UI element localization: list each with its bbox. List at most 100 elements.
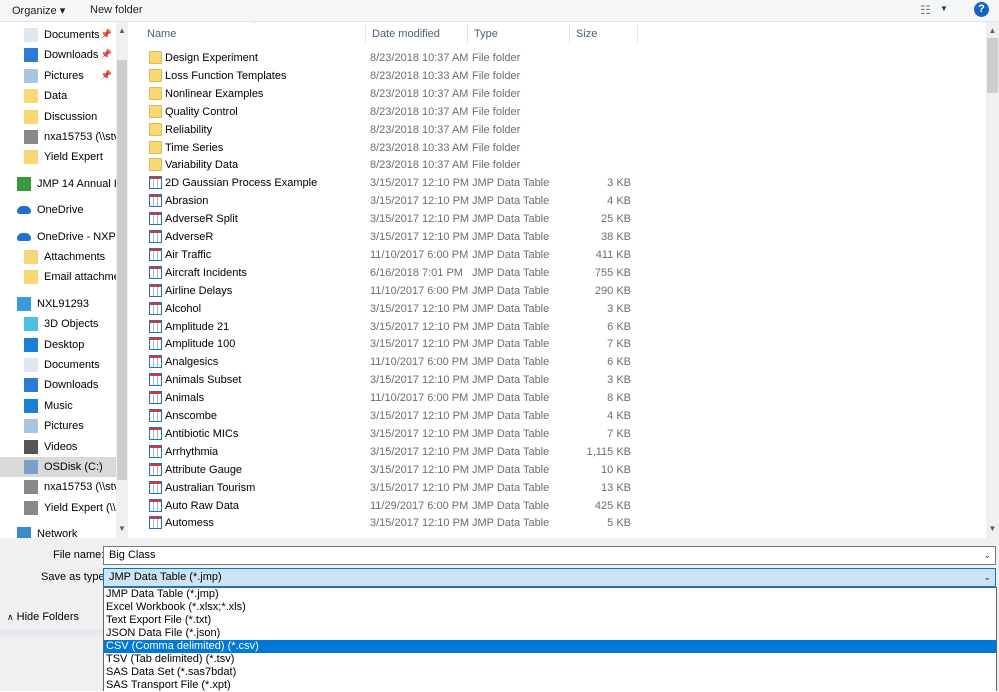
file-date: 3/15/2017 12:10 PM (370, 427, 470, 440)
save-type-option[interactable]: CSV (Comma delimited) (*.csv) (104, 640, 996, 653)
sidebar-item[interactable]: nxa15753 (\\stva (0, 127, 116, 147)
sidebar-item[interactable]: Desktop (0, 335, 116, 355)
file-row[interactable]: Animals Subset 3/15/2017 12:10 PM JMP Data… (145, 371, 645, 389)
sidebar-item[interactable]: Data (0, 86, 116, 106)
sidebar-item[interactable]: Yield Expert (\\tx (0, 498, 116, 518)
jmp-data-table-icon (149, 265, 162, 279)
sidebar-item[interactable]: Pictures (0, 416, 116, 436)
sidebar-scrollbar[interactable]: ▲ ▼ (116, 22, 128, 538)
file-row[interactable]: Quality Control 8/23/2018 10:37 AM File fo… (145, 103, 645, 121)
file-row[interactable]: Alcohol 3/15/2017 12:10 PM JMP Data Table 3… (145, 300, 645, 318)
scroll-down-icon[interactable]: ▼ (116, 524, 128, 533)
view-options-icon[interactable]: ☷ (920, 3, 931, 17)
chevron-down-icon[interactable]: ⌄ (983, 547, 991, 564)
file-date: 3/15/2017 12:10 PM (370, 320, 470, 333)
sidebar-item-label: Downloads (44, 49, 99, 62)
sidebar-item[interactable]: nxa15753 (\\stva (0, 477, 116, 497)
file-row[interactable]: Attribute Gauge 3/15/2017 12:10 PM JMP Dat… (145, 461, 645, 479)
help-icon[interactable]: ? (974, 2, 989, 17)
file-row[interactable]: Nonlinear Examples 8/23/2018 10:37 AM File… (145, 85, 645, 103)
file-row[interactable]: Anscombe 3/15/2017 12:10 PM JMP Data Table… (145, 407, 645, 425)
save-type-option[interactable]: SAS Data Set (*.sas7bdat) (104, 666, 996, 679)
file-row[interactable]: Automess 3/15/2017 12:10 PM JMP Data Table… (145, 514, 645, 532)
file-row[interactable]: Amplitude 21 3/15/2017 12:10 PM JMP Data T… (145, 318, 645, 336)
organize-button[interactable]: Organize ▾ (12, 4, 65, 17)
save-type-option[interactable]: JSON Data File (*.json) (104, 627, 996, 640)
scroll-up-icon[interactable]: ▲ (986, 26, 999, 35)
file-size: 13 KB (601, 481, 631, 494)
sidebar-item[interactable]: Network (0, 524, 116, 538)
file-row[interactable]: Aircraft Incidents 6/16/2018 7:01 PM JMP D… (145, 264, 645, 282)
sidebar-item-label: Pictures (44, 69, 84, 82)
file-row[interactable]: Analgesics 11/10/2017 6:00 PM JMP Data Tab… (145, 353, 645, 371)
file-list-scroll-thumb[interactable] (987, 38, 998, 93)
sidebar-item[interactable]: JMP 14 Annual Lic (0, 174, 116, 194)
scroll-up-icon[interactable]: ▲ (116, 26, 128, 35)
file-size: 4 KB (607, 195, 631, 208)
file-row[interactable]: Antibiotic MICs 3/15/2017 12:10 PM JMP Dat… (145, 425, 645, 443)
chevron-down-icon[interactable]: ⌄ (983, 569, 991, 586)
sidebar-item[interactable]: NXL91293 (0, 294, 116, 314)
file-row[interactable]: Auto Raw Data 11/29/2017 6:00 PM JMP Data … (145, 497, 645, 515)
jmp-data-table-icon (149, 194, 162, 208)
file-row[interactable]: Airline Delays 11/10/2017 6:00 PM JMP Data… (145, 282, 645, 300)
folder-icon (24, 150, 38, 165)
file-row[interactable]: 2D Gaussian Process Example 3/15/2017 12:… (145, 174, 645, 192)
sidebar-item[interactable]: Yield Expert (0, 147, 116, 167)
save-type-option[interactable]: TSV (Tab delimited) (*.tsv) (104, 653, 996, 666)
hide-folders-button[interactable]: ∧ Hide Folders (7, 611, 79, 623)
file-row[interactable]: Loss Function Templates 8/23/2018 10:33 A… (145, 67, 645, 85)
sidebar-item[interactable]: Attachments (0, 247, 116, 267)
file-name-input[interactable]: Big Class ⌄ (103, 546, 996, 565)
file-name: Nonlinear Examples (165, 87, 264, 100)
file-type: JMP Data Table (472, 427, 550, 440)
sidebar-item[interactable]: Downloads 📌 (0, 45, 116, 65)
sidebar-item[interactable]: OneDrive (0, 200, 116, 220)
save-type-option[interactable]: Text Export File (*.txt) (104, 614, 996, 627)
column-header-type[interactable]: Type (468, 24, 570, 44)
file-row[interactable]: Arrhythmia 3/15/2017 12:10 PM JMP Data Tab… (145, 443, 645, 461)
save-type-select[interactable]: JMP Data Table (*.jmp) ⌄ (103, 568, 996, 587)
sidebar-item[interactable]: Email attachmer (0, 267, 116, 287)
column-header-date[interactable]: Date modified (366, 24, 468, 44)
sidebar-item[interactable]: OneDrive - NXP (0, 227, 116, 247)
column-header-size[interactable]: Size (570, 24, 638, 44)
file-size: 25 KB (601, 213, 631, 226)
file-list-scrollbar[interactable]: ▲ ▼ (986, 22, 999, 538)
file-row[interactable]: Abrasion 3/15/2017 12:10 PM JMP Data Table… (145, 192, 645, 210)
file-row[interactable]: Reliability 8/23/2018 10:37 AM File folder (145, 121, 645, 139)
file-row[interactable]: Amplitude 100 3/15/2017 12:10 PM JMP Data … (145, 335, 645, 353)
file-size: 4 KB (607, 410, 631, 422)
file-type: JMP Data Table (472, 481, 550, 494)
file-row[interactable]: Variability Data 8/23/2018 10:37 AM File f… (145, 156, 645, 174)
sidebar-item[interactable]: OSDisk (C:) (0, 457, 116, 477)
file-row[interactable]: AdverseR 3/15/2017 12:10 PM JMP Data Table… (145, 228, 645, 246)
sidebar-item[interactable]: Documents (0, 355, 116, 375)
file-row[interactable]: Australian Tourism 3/15/2017 12:10 PM JMP … (145, 479, 645, 497)
sidebar-item[interactable]: Downloads (0, 375, 116, 395)
save-type-option[interactable]: SAS Transport File (*.xpt) (104, 679, 996, 692)
view-dropdown-icon[interactable]: ▼ (940, 4, 948, 13)
sidebar-item[interactable]: 3D Objects (0, 314, 116, 334)
pin-icon: 📌 (100, 29, 112, 39)
sidebar-item[interactable]: Music (0, 396, 116, 416)
file-row[interactable]: Time Series 8/23/2018 10:33 AM File folder (145, 139, 645, 157)
sidebar-item[interactable]: Documents 📌 (0, 25, 116, 45)
file-row[interactable]: Animals 11/10/2017 6:00 PM JMP Data Table 8… (145, 389, 645, 407)
file-row[interactable]: Design Experiment 8/23/2018 10:37 AM File … (145, 49, 645, 67)
save-type-option[interactable]: JMP Data Table (*.jmp) (104, 588, 996, 601)
file-row[interactable]: Air Traffic 11/10/2017 6:00 PM JMP Data Ta… (145, 246, 645, 264)
sidebar-item[interactable]: Pictures 📌 (0, 66, 116, 86)
file-row[interactable]: AdverseR Split 3/15/2017 12:10 PM JMP Data… (145, 210, 645, 228)
sidebar-scroll-thumb[interactable] (117, 60, 127, 480)
chevron-up-icon: ∧ (7, 612, 14, 622)
network-icon (17, 527, 31, 538)
sidebar-item[interactable]: Discussion (0, 107, 116, 127)
save-type-option[interactable]: Excel Workbook (*.xlsx;*.xls) (104, 601, 996, 614)
sidebar-item-label: Discussion (44, 110, 98, 123)
network-drive-disconnected-icon (24, 130, 38, 144)
file-date: 8/23/2018 10:37 AM (370, 159, 469, 172)
scroll-down-icon[interactable]: ▼ (986, 524, 999, 533)
sidebar-item[interactable]: Videos (0, 437, 116, 457)
new-folder-button[interactable]: New folder (90, 4, 143, 16)
